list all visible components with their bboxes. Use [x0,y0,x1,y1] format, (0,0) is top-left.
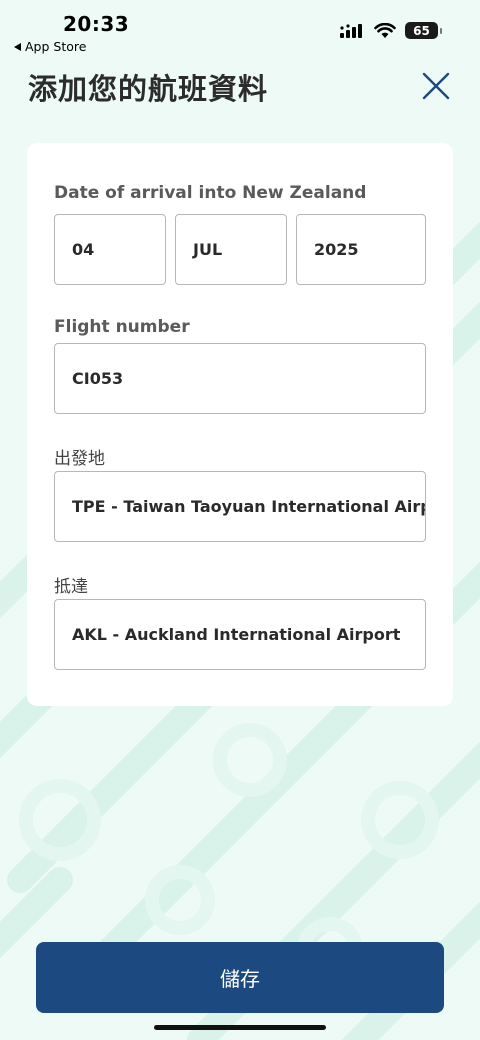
page-title: 添加您的航班資料 [28,72,269,106]
flight-number-input[interactable]: CI053 [54,343,426,414]
flight-number-label: Flight number [54,317,190,337]
back-to-app-store[interactable]: App Store [14,39,86,54]
close-button[interactable] [416,66,456,106]
close-icon [422,72,450,100]
save-button[interactable]: 儲存 [36,942,444,1013]
home-indicator [154,1025,326,1030]
battery-level: 65 [413,23,430,38]
status-bar: 20:33 App Store 65 [0,0,480,58]
back-label: App Store [25,39,87,54]
origin-input[interactable]: TPE - Taiwan Taoyuan International Airpo… [54,471,426,542]
status-icons: 65 [339,22,442,39]
back-arrow-icon [14,42,21,51]
arrival-date-label: Date of arrival into New Zealand [54,183,367,203]
status-time: 20:33 [63,12,130,36]
destination-label: 抵達 [54,577,88,597]
battery-icon: 65 [405,22,442,39]
flight-details-card: Date of arrival into New Zealand 04 JUL … [27,143,453,706]
arrival-month-input[interactable]: JUL [175,214,287,285]
cellular-signal-icon [340,23,362,38]
wifi-icon [374,22,396,38]
arrival-year-input[interactable]: 2025 [296,214,426,285]
arrival-day-input[interactable]: 04 [54,214,166,285]
origin-label: 出發地 [54,449,105,469]
destination-input[interactable]: AKL - Auckland International Airport [54,599,426,670]
